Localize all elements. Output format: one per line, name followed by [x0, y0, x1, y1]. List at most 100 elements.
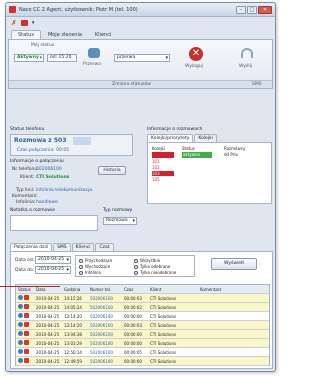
client-value: CTI Solutions	[36, 175, 70, 180]
call-status-text: Rozmowa z 503	[14, 137, 67, 144]
col-client[interactable]: Klient	[148, 287, 198, 292]
phone-icon[interactable]	[88, 48, 100, 58]
window-title: Naco CC 2 Agent, użytkownik: Piotr M (te…	[19, 6, 138, 13]
app-window: Naco CC 2 Agent, użytkownik: Piotr M (te…	[5, 2, 276, 372]
history-button[interactable]: Historia	[98, 166, 126, 175]
ribbon-footer: Zmiana statusów SMS	[9, 80, 272, 88]
call-type-select[interactable]: Rozmowa	[103, 217, 137, 225]
status-change-group-label: Zmiana statusów	[112, 82, 151, 87]
note-textarea[interactable]	[10, 215, 98, 231]
tab-clients[interactable]: Klienci	[89, 31, 117, 39]
logout-button-label[interactable]: Wyloguj	[185, 64, 203, 69]
hotline-label: Infolinia:	[16, 200, 36, 205]
queue-row[interactable]: 102	[152, 165, 174, 170]
break-select[interactable]: przerwa	[114, 54, 170, 62]
col-comment[interactable]: Komentarz	[198, 287, 222, 292]
call-status-icon	[18, 340, 23, 345]
quick-access-toolbar: ✗ ▾	[6, 17, 275, 29]
radio-missed[interactable]: Tylko nieodebrane	[134, 270, 176, 276]
maximize-button[interactable]: □	[247, 5, 257, 14]
table-row[interactable]: 2010-04-25 12:49:59 502006100 00:00:00 C…	[16, 357, 269, 366]
title-bar: Naco CC 2 Agent, użytkownik: Piotr M (te…	[6, 3, 275, 17]
my-status-label: Mój status	[31, 43, 55, 48]
table-row[interactable]: 2010-04-25 14:05:24 502006100 00:00:02 C…	[16, 303, 269, 312]
queue-row[interactable]: 103	[152, 171, 174, 176]
app-icon	[9, 6, 16, 13]
queue-row[interactable]: 101	[152, 159, 174, 164]
col-number[interactable]: Numer tel.	[88, 287, 122, 292]
tab-my-tasks[interactable]: Moje zlecenia	[42, 31, 88, 39]
missed-call-icon	[24, 358, 29, 363]
date-from-field[interactable]: 2010-04-25	[35, 256, 71, 264]
line-type-label: Typ linii:	[16, 188, 35, 193]
table-row[interactable]: 2010-04-25 14:15:26 502006100 00:00:03 C…	[16, 294, 269, 303]
dropdown-icon[interactable]: ▾	[32, 20, 35, 26]
call-status-icon	[18, 349, 23, 354]
comment-label: Komentarz:	[12, 194, 38, 199]
close-button[interactable]: ✕	[258, 5, 272, 14]
send-button-label[interactable]: Wyślij	[239, 64, 252, 69]
note-label: Notatka o rozmowie	[10, 208, 56, 213]
call-status-icon	[18, 313, 23, 318]
col-callers: Rozmówcy	[224, 146, 246, 151]
show-button[interactable]: Wyświetl	[211, 258, 257, 270]
call-info-label: Informacje o połączeniu	[10, 159, 64, 164]
col-duration[interactable]: Czas	[122, 287, 148, 292]
col-date[interactable]: Data	[34, 287, 62, 292]
missed-call-icon	[24, 349, 29, 354]
phone-status-label: Status telefonu	[10, 127, 45, 132]
date-from-label: Data od:	[15, 258, 35, 263]
col-queue: Kolejki	[152, 146, 165, 151]
call-status-icon	[18, 304, 23, 309]
ribbon-panel: Mój status Aktywny od: 15:20 Przerwa prz…	[8, 39, 273, 89]
history-table: Status Data Godzina Numer tel. Czas Klie…	[15, 284, 270, 366]
col-status[interactable]: Status	[16, 287, 34, 292]
missed-call-icon	[24, 295, 29, 300]
queue-row[interactable]: aktywna dd Prio	[152, 152, 268, 158]
date-to-label: Data do:	[15, 268, 35, 273]
queue-info-label: Informacje o rozmowach	[147, 127, 203, 132]
hotline-value[interactable]: handlowe	[36, 200, 58, 205]
logout-icon[interactable]: ✕	[189, 47, 203, 61]
queue-row[interactable]: 105	[152, 177, 174, 182]
callout-line	[0, 286, 60, 287]
call-status-icon	[18, 358, 23, 363]
table-row[interactable]: 2010-04-25 13:04:38 502006100 00:00:00 C…	[16, 330, 269, 339]
caller-number-redacted	[73, 137, 91, 145]
call-status-icon	[18, 331, 23, 336]
missed-call-icon	[24, 313, 29, 318]
tab-status[interactable]: Status	[11, 30, 41, 39]
call-type-label: Typ rozmowy	[103, 208, 133, 213]
missed-call-icon	[24, 340, 29, 345]
history-panel: Data od: 2010-04-25 Data do: 2010-04-25 …	[10, 251, 273, 369]
client-label: Klient:	[20, 175, 35, 180]
status-select[interactable]: Aktywny	[14, 54, 44, 62]
missed-call-icon	[24, 331, 29, 336]
ribbon-tabs: Status Moje zlecenia Klienci	[6, 29, 275, 39]
table-row[interactable]: 2010-04-25 13:14:20 502006100 00:00:03 C…	[16, 321, 269, 330]
queue-table: Kolejki Status Rozmówcy aktywna dd Prio …	[147, 142, 272, 204]
queue-header: Kolejki Status Rozmówcy	[152, 146, 268, 151]
call-duration-text: Czas połączenia: 00:05	[17, 148, 70, 153]
cancel-icon[interactable]: ✗	[11, 19, 17, 27]
missed-call-icon	[24, 322, 29, 327]
status-since-field: od: 15:20	[47, 54, 77, 62]
call-status-icon	[18, 322, 23, 327]
break-button-label[interactable]: Przerwa	[83, 62, 101, 67]
filter-box: Przychodzące Wychodzące Infolinia Wszyst…	[75, 255, 195, 277]
sms-group-label: SMS	[252, 82, 262, 87]
missed-call-icon	[24, 304, 29, 309]
call-status-panel: Rozmowa z 503 Czas połączenia: 00:05	[10, 134, 133, 156]
call-status-icon	[18, 295, 23, 300]
phone-number-label: Nr telefonu:	[12, 167, 39, 172]
signal-icon[interactable]	[241, 48, 253, 58]
sms-icon[interactable]	[20, 20, 28, 26]
minimize-button[interactable]: –	[236, 5, 246, 14]
line-type-value: infolinia telekomunikacja	[36, 188, 93, 193]
date-to-field[interactable]: 2010-04-25	[35, 266, 71, 274]
radio-hotline[interactable]: Infolinia	[79, 270, 112, 276]
table-row[interactable]: 2010-04-25 12:50:14 502006100 00:00:05 C…	[16, 348, 269, 357]
table-row[interactable]: 2010-04-25 13:14:20 502006100 00:00:00 C…	[16, 312, 269, 321]
col-time[interactable]: Godzina	[62, 287, 88, 292]
table-row[interactable]: 2010-04-25 13:03:29 502006100 00:00:00 C…	[16, 339, 269, 348]
